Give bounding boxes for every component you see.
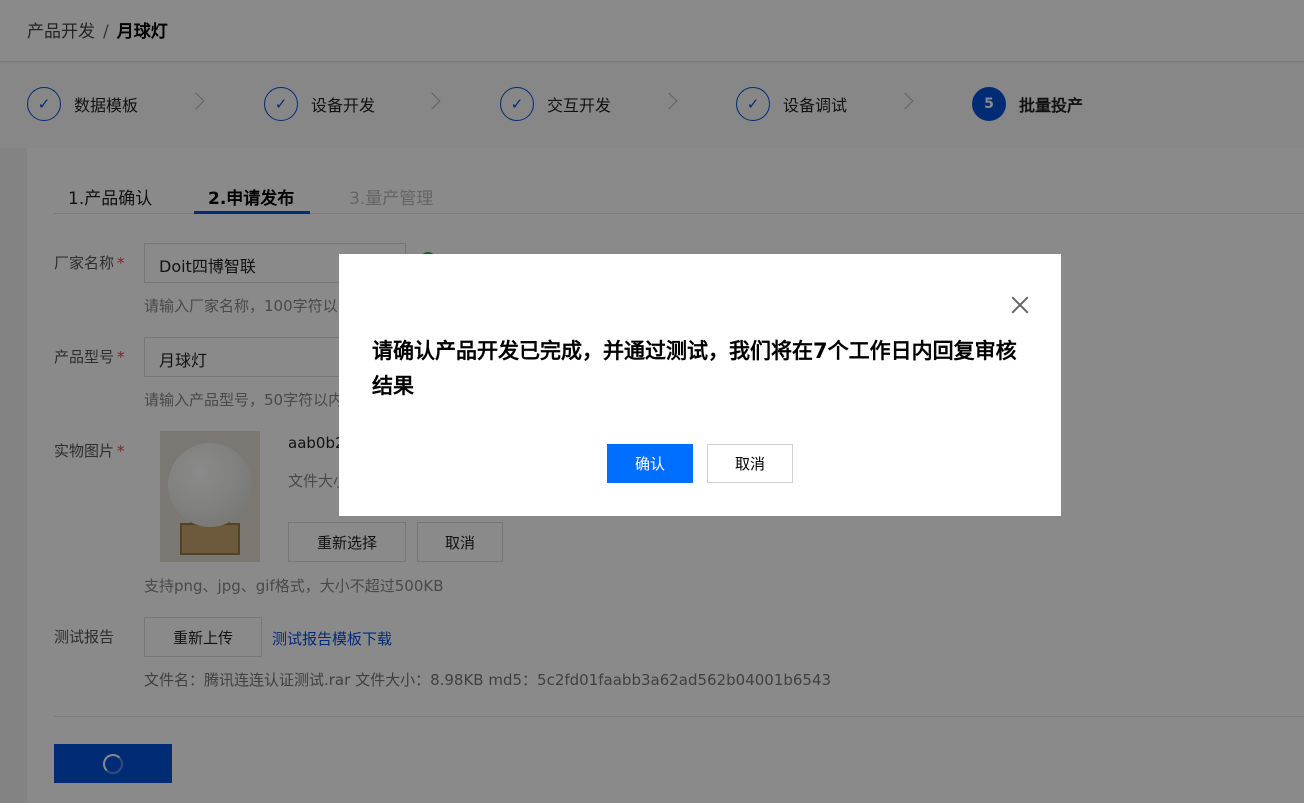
confirm-button[interactable]: 确认 — [607, 444, 693, 483]
dialog-message: 请确认产品开发已完成，并通过测试，我们将在7个工作日内回复审核结果 — [372, 339, 1017, 398]
close-icon[interactable] — [1009, 294, 1031, 316]
confirm-dialog: 请确认产品开发已完成，并通过测试，我们将在7个工作日内回复审核结果 确认 取消 — [339, 254, 1061, 516]
cancel-button[interactable]: 取消 — [707, 444, 793, 483]
